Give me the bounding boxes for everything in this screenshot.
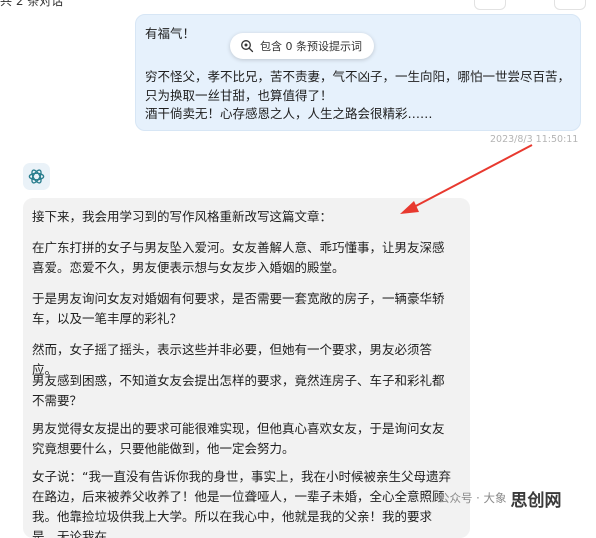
- assistant-paragraph: 男友感到困惑，不知道女友会提出怎样的要求，竟然连房子、车子和彩礼都不需要？: [32, 373, 445, 408]
- prompt-icon: [241, 40, 254, 53]
- assistant-paragraph: 于是男友询问女友对婚姻有何要求，是否需要一套宽敞的房子，一辆豪华轿车，以及一笔丰…: [32, 291, 445, 326]
- assistant-paragraph: 在广东打拼的女子与男友坠入爱河。女友善解人意、乖巧懂事，让男友深感喜爱。恋爱不久…: [32, 240, 445, 275]
- openai-logo-icon: [28, 169, 45, 184]
- assistant-paragraph: 男友觉得女友提出的要求可能很难实现，但他真心喜欢女友，于是询问女友究竟想要什么，…: [32, 421, 445, 456]
- assistant-avatar: [23, 163, 50, 190]
- assistant-message-bubble: 接下来，我会用学习到的写作风格重新改写这篇文章： 在广东打拼的女子与男友坠入爱河…: [23, 198, 470, 538]
- watermark-text: 公众号 · 大象: [438, 491, 507, 505]
- toolbar-button[interactable]: [474, 0, 506, 10]
- user-message-bubble: 有福气！ 穷不怪父，孝不比兄，苦不责妻，气不凶子，一生向阳，哪怕一世尝尽百苦，只…: [135, 14, 581, 131]
- message-timestamp: 2023/8/3 11:50:11: [490, 134, 579, 145]
- preset-prompts-label: 包含 0 条预设提示词: [260, 40, 362, 53]
- assistant-paragraph: 接下来，我会用学习到的写作风格重新改写这篇文章：: [32, 209, 333, 224]
- assistant-paragraph: 女子说：“我一直没有告诉你我的身世，事实上，我在小时候被亲生父母遗弃在路边，后来…: [32, 469, 451, 538]
- top-bar: 共 2 条对话: [0, 0, 596, 12]
- conversation-count: 共 2 条对话: [0, 0, 64, 8]
- user-message-line: 穷不怪父，孝不比兄，苦不责妻，气不凶子，一生向阳，哪怕一世尝尽百苦，只为换取一丝…: [145, 69, 571, 103]
- watermark: 公众号 · 大象 思创网: [438, 485, 561, 511]
- preset-prompts-pill[interactable]: 包含 0 条预设提示词: [230, 33, 374, 59]
- user-message-line: 酒干倘卖无！心存感恩之人，人生之路会很精彩……: [145, 106, 433, 121]
- toolbar-button[interactable]: [554, 0, 586, 10]
- watermark-brand: 思创网: [510, 490, 562, 511]
